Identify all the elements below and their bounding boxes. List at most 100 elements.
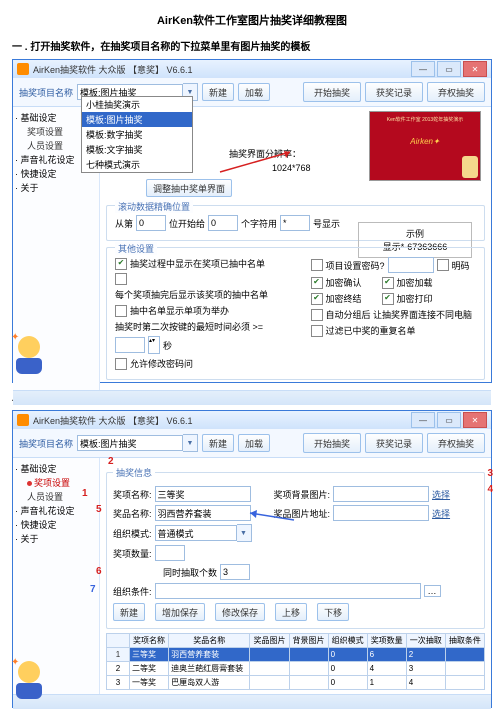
load-button[interactable]: 加载 [238,434,270,452]
star-input[interactable] [280,215,310,231]
close-button[interactable]: ✕ [463,61,487,77]
cb-o6[interactable] [115,305,127,317]
pw-input[interactable] [388,257,434,273]
tree-node-prize[interactable]: 奖项设置 [27,476,97,490]
adjust-list-button[interactable]: 调整抽中奖单界面 [146,179,232,197]
project-combo[interactable]: ▼ [77,434,198,452]
ellipsis-icon[interactable]: … [424,585,441,597]
tree-node-basic[interactable]: · 基础设定 [15,462,97,476]
o5-label: 加密加载 [397,276,433,289]
annot-4: 4 [487,484,493,495]
table-row[interactable]: 3一等奖巴厘岛双人游014 [107,676,485,690]
th: 背景图片 [289,634,328,648]
start-lottery-button[interactable]: 开始抽奖 [303,82,361,102]
prize-table[interactable]: 奖项名称 奖品名称 奖品图片 背景图片 组织模式 奖项数量 一次抽取 抽取条件 … [106,633,485,690]
cb-o1[interactable] [115,258,127,270]
record-button[interactable]: 获奖记录 [365,82,423,102]
load-button[interactable]: 加载 [238,83,270,101]
table-row[interactable]: 1三等奖羽西营养套装062 [107,648,485,662]
cb-o11[interactable] [311,325,323,337]
dropdown-item[interactable]: 小桂抽奖演示 [82,97,192,112]
table-row[interactable]: 2二等奖迪奥兰葩红唇膏套装043 [107,662,485,676]
cb-o8[interactable] [382,293,394,305]
o3-label: 每个奖项抽完后显示该奖项的抽中名单 [115,288,268,301]
bgimg-label: 奖项背景图片: [274,488,331,501]
from-label: 从第 [115,217,133,230]
mode-combo[interactable]: ▼ [155,524,252,542]
from-input[interactable] [136,215,166,231]
count-input[interactable] [155,545,185,561]
giftimg-label: 奖品图片地址: [274,507,331,520]
timer-label: 抽奖时第二次按键的最短时间必须 >= [115,320,263,333]
spinner-icon[interactable]: ▴▾ [148,336,160,354]
tree-node-people[interactable]: 人员设置 [27,490,97,504]
abstain-button[interactable]: 弃权抽奖 [427,433,485,453]
record-button[interactable]: 获奖记录 [365,433,423,453]
project-input[interactable] [77,435,183,451]
chevron-down-icon[interactable]: ▼ [237,524,252,542]
cb-o3[interactable] [115,273,127,285]
cond-input[interactable] [155,583,421,599]
bgimg-select-link[interactable]: 选择 [432,488,450,501]
prize-name-input[interactable] [155,486,251,502]
new-button[interactable]: 新建 [202,434,234,452]
window-title: AirKen抽奖软件 大众版 【意奖】 V6.6.1 [33,63,411,76]
chevron-down-icon[interactable]: ▼ [183,434,198,452]
row-down-button[interactable]: 下移 [317,603,349,621]
abstain-button[interactable]: 弃权抽奖 [427,82,485,102]
gift-name-input[interactable] [155,505,251,521]
other-group-title: 其他设置 [115,242,157,255]
tree-node-hotkey[interactable]: · 快捷设定 [15,518,97,532]
dropdown-item[interactable]: 模板:数字抽奖 [82,127,192,142]
maximize-button[interactable]: ▭ [437,412,461,428]
section-1-heading: 一 . 打开抽奖软件，在抽奖项目名称的下拉菜单里有图片抽奖的模板 [12,38,492,53]
cb-o5[interactable] [382,277,394,289]
cond-label: 组织条件: [113,585,152,598]
new-button[interactable]: 新建 [202,83,234,101]
dropdown-item-selected[interactable]: 模板:图片抽奖 [82,112,192,127]
close-button[interactable]: ✕ [463,412,487,428]
dropdown-item[interactable]: 模板:文字抽奖 [82,142,192,157]
row-addsave-button[interactable]: 增加保存 [155,603,205,621]
mode-input[interactable] [155,525,237,541]
o11-label: 过滤已中奖的重复名单 [326,324,416,337]
o10-label: 允许修改密码问 [130,357,193,370]
cb-o2[interactable] [311,259,323,271]
bit-input[interactable] [208,215,238,231]
cb-o9[interactable] [311,309,323,321]
show-label: 号显示 [313,217,340,230]
cb-o4[interactable] [311,277,323,289]
timer-input[interactable] [115,337,145,353]
cb-o7[interactable] [311,293,323,305]
dropdown-item[interactable]: 七种模式演示 [82,157,192,172]
th: 奖品名称 [169,634,250,648]
maximize-button[interactable]: ▭ [437,61,461,77]
preview-image: Ken软件工作室 2013蛇年抽奖演示 Airken✦ [369,111,481,181]
giftimg-select-link[interactable]: 选择 [432,507,450,520]
mascot-icon: ✦ [11,332,47,376]
start-lottery-button[interactable]: 开始抽奖 [303,433,361,453]
toolbar: 抽奖项目名称 ▼ 新建 加载 开始抽奖 获奖记录 弃权抽奖 小桂抽奖演示 模板:… [13,78,491,107]
th: 组织模式 [328,634,367,648]
app-window-1: AirKen抽奖软件 大众版 【意奖】 V6.6.1 — ▭ ✕ 抽奖项目名称 … [12,59,492,383]
tree-node-about[interactable]: · 关于 [15,181,97,195]
times-input[interactable] [220,564,250,580]
toolbar: 抽奖项目名称 ▼ 新建 加载 开始抽奖 获奖记录 弃权抽奖 [13,429,491,458]
row-up-button[interactable]: 上移 [275,603,307,621]
tree-node-sound[interactable]: · 声音礼花设定 [15,504,97,518]
tree-node-about[interactable]: · 关于 [15,532,97,546]
bgimg-input[interactable] [333,486,429,502]
project-dropdown-list[interactable]: 小桂抽奖演示 模板:图片抽奖 模板:数字抽奖 模板:文字抽奖 七种模式演示 [81,96,193,173]
annot-3: 3 [487,468,493,479]
row-new-button[interactable]: 新建 [113,603,145,621]
minimize-button[interactable]: — [411,412,435,428]
cb-o2b[interactable] [437,259,449,271]
giftimg-input[interactable] [333,505,429,521]
o8-label: 加密打印 [397,292,433,305]
status-bar [13,694,491,709]
table-header-row: 奖项名称 奖品名称 奖品图片 背景图片 组织模式 奖项数量 一次抽取 抽取条件 [107,634,485,648]
minimize-button[interactable]: — [411,61,435,77]
window-title: AirKen抽奖软件 大众版 【意奖】 V6.6.1 [33,414,411,427]
cb-o10[interactable] [115,358,127,370]
row-modsave-button[interactable]: 修改保存 [215,603,265,621]
